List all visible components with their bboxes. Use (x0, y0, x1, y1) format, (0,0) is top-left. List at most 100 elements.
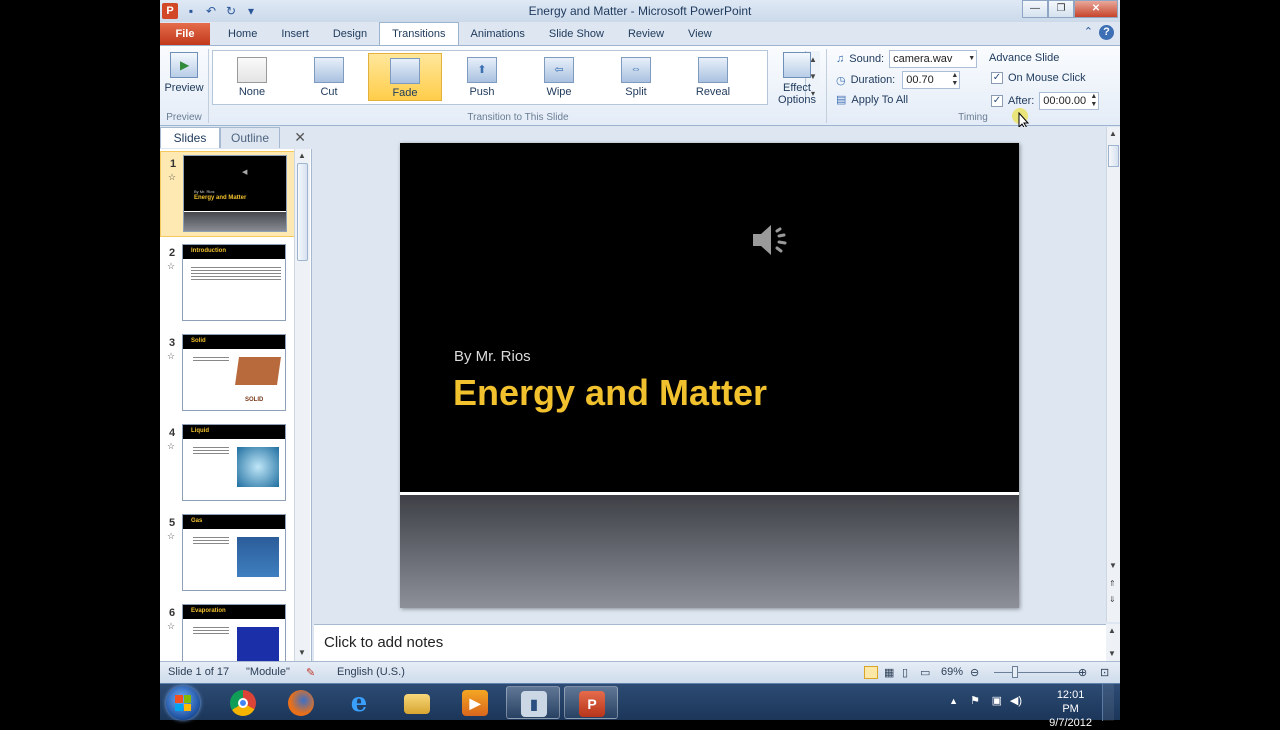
tab-insert[interactable]: Insert (269, 23, 321, 45)
minimize-button[interactable]: — (1022, 0, 1048, 18)
zoom-slider[interactable] (994, 672, 1084, 673)
taskbar-chrome[interactable] (216, 686, 270, 719)
sound-label: Sound: (849, 53, 885, 65)
apply-to-all-label: Apply To All (851, 93, 909, 106)
tab-file[interactable]: File (160, 23, 210, 45)
scroll-down-icon[interactable]: ▼ (1108, 649, 1116, 658)
tab-home[interactable]: Home (216, 23, 269, 45)
effect-options-label-1: Effect (783, 82, 811, 94)
start-button[interactable] (166, 686, 200, 720)
on-mouse-click-checkbox[interactable]: ✓ (991, 72, 1003, 84)
effect-options-button[interactable]: Effect Options (772, 52, 822, 106)
after-spinner[interactable]: 00:00.00 ▲ ▼ (1039, 92, 1100, 110)
slide-thumbnail[interactable]: 4 ☆ Liquid (160, 421, 296, 507)
help-icon[interactable]: ? (1099, 25, 1114, 40)
notes-scrollbar[interactable]: ▲ ▼ (1106, 624, 1120, 661)
tab-outline[interactable]: Outline (220, 127, 280, 148)
theme-name[interactable]: "Module" (246, 666, 290, 678)
system-clock[interactable]: 12:01 PM 9/7/2012 (1049, 688, 1092, 730)
thumb-title: Introduction (191, 248, 226, 254)
reading-view-icon[interactable]: ▯ (902, 666, 908, 679)
apply-to-all-button[interactable]: ▤ Apply To All (836, 93, 909, 107)
tab-view[interactable]: View (676, 23, 724, 45)
show-desktop-button[interactable] (1102, 684, 1114, 721)
tab-design[interactable]: Design (321, 23, 379, 45)
slide-thumbnail[interactable]: 5 ☆ Gas (160, 511, 296, 597)
normal-view-icon[interactable] (864, 666, 878, 679)
maximize-button[interactable]: ❐ (1048, 0, 1074, 18)
scroll-up-icon[interactable]: ▲ (1108, 626, 1116, 635)
next-slide-icon[interactable]: ⇓ (1109, 595, 1116, 604)
taskbar-film[interactable]: ▮ (506, 686, 560, 719)
windows-taskbar: e ▶ ▮ P ▲ ⚑ ▣ ◀) 12:01 PM 9/7/2012 (160, 683, 1120, 729)
gas-image (237, 537, 279, 577)
scroll-down-icon[interactable]: ▼ (1109, 561, 1117, 570)
taskbar-internet-explorer[interactable]: e (332, 686, 386, 719)
tab-animations[interactable]: Animations (459, 23, 537, 45)
transition-reveal[interactable]: Reveal (676, 53, 750, 101)
slides-pane-scrollbar[interactable]: ▲ ▼ (294, 149, 310, 661)
spell-check-icon[interactable]: ✎ (306, 666, 315, 679)
slide-thumbnail[interactable]: 1 ☆ By Mr. Rios Energy and Matter ◀ (160, 151, 296, 237)
evaporation-image (237, 627, 279, 661)
scroll-thumb[interactable] (297, 163, 308, 261)
action-center-flag-icon[interactable]: ⚑ (970, 694, 980, 707)
ribbon-help-area: ⌃ ? (1084, 25, 1114, 40)
duration-spinner[interactable]: 00.70 ▲ ▼ (902, 71, 961, 89)
fit-to-window-icon[interactable]: ⊡ (1100, 666, 1109, 679)
editor-scrollbar[interactable]: ▲ ▼ ⇑ ⇓ (1106, 127, 1120, 622)
transition-star-icon: ☆ (167, 441, 176, 451)
thumb-subtitle: By Mr. Rios (194, 189, 215, 194)
zoom-in-icon[interactable]: ⊕ (1078, 666, 1087, 679)
tab-review[interactable]: Review (616, 23, 676, 45)
taskbar-firefox[interactable] (274, 686, 328, 719)
transition-cut[interactable]: Cut (292, 53, 366, 101)
timing-group-label: Timing (958, 112, 988, 123)
previous-slide-icon[interactable]: ⇑ (1109, 579, 1116, 588)
taskbar-powerpoint[interactable]: P (564, 686, 618, 719)
close-pane-icon[interactable]: ✕ (294, 129, 306, 146)
slide-sorter-icon[interactable]: ▦ (884, 666, 894, 679)
transition-split[interactable]: ⇔ Split (599, 53, 673, 101)
thumb-text-lines (191, 265, 281, 281)
sound-dropdown[interactable]: camera.wav ▼ (889, 50, 978, 68)
slide-preview: Solid SOLID (182, 334, 286, 411)
after-label: After: (1008, 95, 1035, 107)
zoom-level[interactable]: 69% (941, 666, 963, 678)
slide-thumbnail[interactable]: 6 ☆ Evaporation (160, 601, 296, 661)
speaker-icon[interactable] (750, 219, 792, 261)
zoom-out-icon[interactable]: ⊖ (970, 666, 979, 679)
notes-placeholder[interactable]: Click to add notes (324, 634, 443, 651)
transition-fade[interactable]: Fade (368, 53, 442, 101)
scroll-thumb[interactable] (1108, 145, 1119, 167)
close-button[interactable]: ✕ (1074, 0, 1118, 18)
scroll-up-icon[interactable]: ▲ (298, 151, 306, 160)
show-hidden-icons[interactable]: ▲ (949, 696, 958, 706)
transition-none[interactable]: None (215, 53, 289, 101)
notes-pane[interactable]: Click to add notes (314, 624, 1106, 661)
slide-subtitle[interactable]: By Mr. Rios (454, 348, 531, 365)
taskbar-media[interactable]: ▶ (448, 686, 502, 719)
after-checkbox[interactable]: ✓ (991, 95, 1003, 107)
network-icon[interactable]: ▣ (992, 694, 1002, 707)
tab-slides[interactable]: Slides (160, 127, 220, 148)
volume-icon[interactable]: ◀) (1010, 694, 1022, 707)
taskbar-file-explorer[interactable] (390, 686, 444, 719)
effect-options-icon (783, 52, 811, 78)
scroll-down-icon[interactable]: ▼ (298, 648, 306, 657)
scroll-up-icon[interactable]: ▲ (1109, 129, 1117, 138)
slideshow-view-icon[interactable]: ▭ (920, 666, 930, 679)
transition-wipe[interactable]: ⇦ Wipe (522, 53, 596, 101)
slide-thumbnail[interactable]: 3 ☆ Solid SOLID (160, 331, 296, 417)
minimize-ribbon-icon[interactable]: ⌃ (1084, 25, 1093, 40)
current-slide[interactable]: By Mr. Rios Energy and Matter (400, 143, 1019, 608)
status-bar: Slide 1 of 17 "Module" ✎ English (U.S.) … (160, 661, 1120, 683)
language-indicator[interactable]: English (U.S.) (337, 666, 405, 678)
zoom-slider-knob[interactable] (1012, 666, 1018, 678)
slide-thumbnail[interactable]: 2 ☆ Introduction (160, 241, 296, 327)
tab-slide-show[interactable]: Slide Show (537, 23, 616, 45)
transition-push[interactable]: ⬆ Push (445, 53, 519, 101)
tab-transitions[interactable]: Transitions (379, 22, 459, 45)
slide-title[interactable]: Energy and Matter (453, 372, 767, 414)
preview-button[interactable]: ▶ Preview (164, 52, 204, 94)
